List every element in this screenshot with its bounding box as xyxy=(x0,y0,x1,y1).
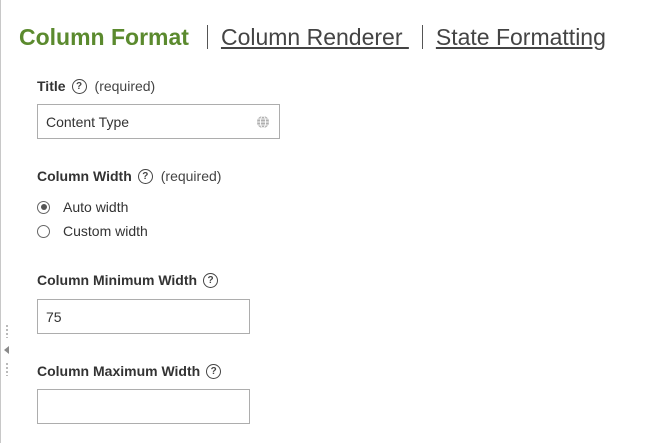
min-width-input[interactable]: 75 xyxy=(37,299,250,334)
tab-state-formatting[interactable]: State Formatting xyxy=(436,24,606,51)
title-label-row: Title ? (required) xyxy=(37,78,155,94)
radio-label[interactable]: Auto width xyxy=(63,199,128,215)
max-width-label-row: Column Maximum Width ? xyxy=(37,363,222,379)
radio-label[interactable]: Custom width xyxy=(63,223,148,239)
help-icon[interactable]: ? xyxy=(206,363,222,379)
grip-dots-top xyxy=(6,324,8,338)
min-width-label-row: Column Minimum Width ? xyxy=(37,272,219,288)
column-width-label-row: Column Width ? (required) xyxy=(37,168,221,184)
tab-separator xyxy=(421,25,423,49)
radio-custom-width[interactable]: Custom width xyxy=(37,223,148,239)
required-indicator: (required) xyxy=(94,78,156,94)
column-width-label: Column Width xyxy=(37,168,132,184)
tab-separator xyxy=(206,25,208,49)
radio-auto-width[interactable]: Auto width xyxy=(37,199,128,215)
collapse-arrow-icon[interactable] xyxy=(4,346,9,354)
min-width-label: Column Minimum Width xyxy=(37,272,198,288)
tab-bar: Column Format Column Renderer State Form… xyxy=(19,22,606,52)
globe-icon[interactable] xyxy=(256,115,270,129)
panel-left-border xyxy=(0,0,1,443)
panel-resize-handle[interactable] xyxy=(4,324,12,380)
title-input[interactable]: Content Type xyxy=(37,104,280,139)
required-indicator: (required) xyxy=(160,168,222,184)
title-input-value: Content Type xyxy=(46,113,130,130)
help-icon[interactable]: ? xyxy=(137,168,153,184)
title-label: Title xyxy=(37,78,66,94)
help-icon[interactable]: ? xyxy=(71,78,87,94)
tab-column-renderer[interactable]: Column Renderer xyxy=(221,24,409,51)
tab-column-format[interactable]: Column Format xyxy=(19,24,189,51)
max-width-label: Column Maximum Width xyxy=(37,363,201,379)
grip-dots-bottom xyxy=(6,362,8,376)
help-icon[interactable]: ? xyxy=(203,272,219,288)
min-width-input-value: 75 xyxy=(46,308,62,325)
radio-button[interactable] xyxy=(37,224,50,238)
max-width-input[interactable] xyxy=(37,389,250,424)
radio-button-checked[interactable] xyxy=(37,200,50,214)
